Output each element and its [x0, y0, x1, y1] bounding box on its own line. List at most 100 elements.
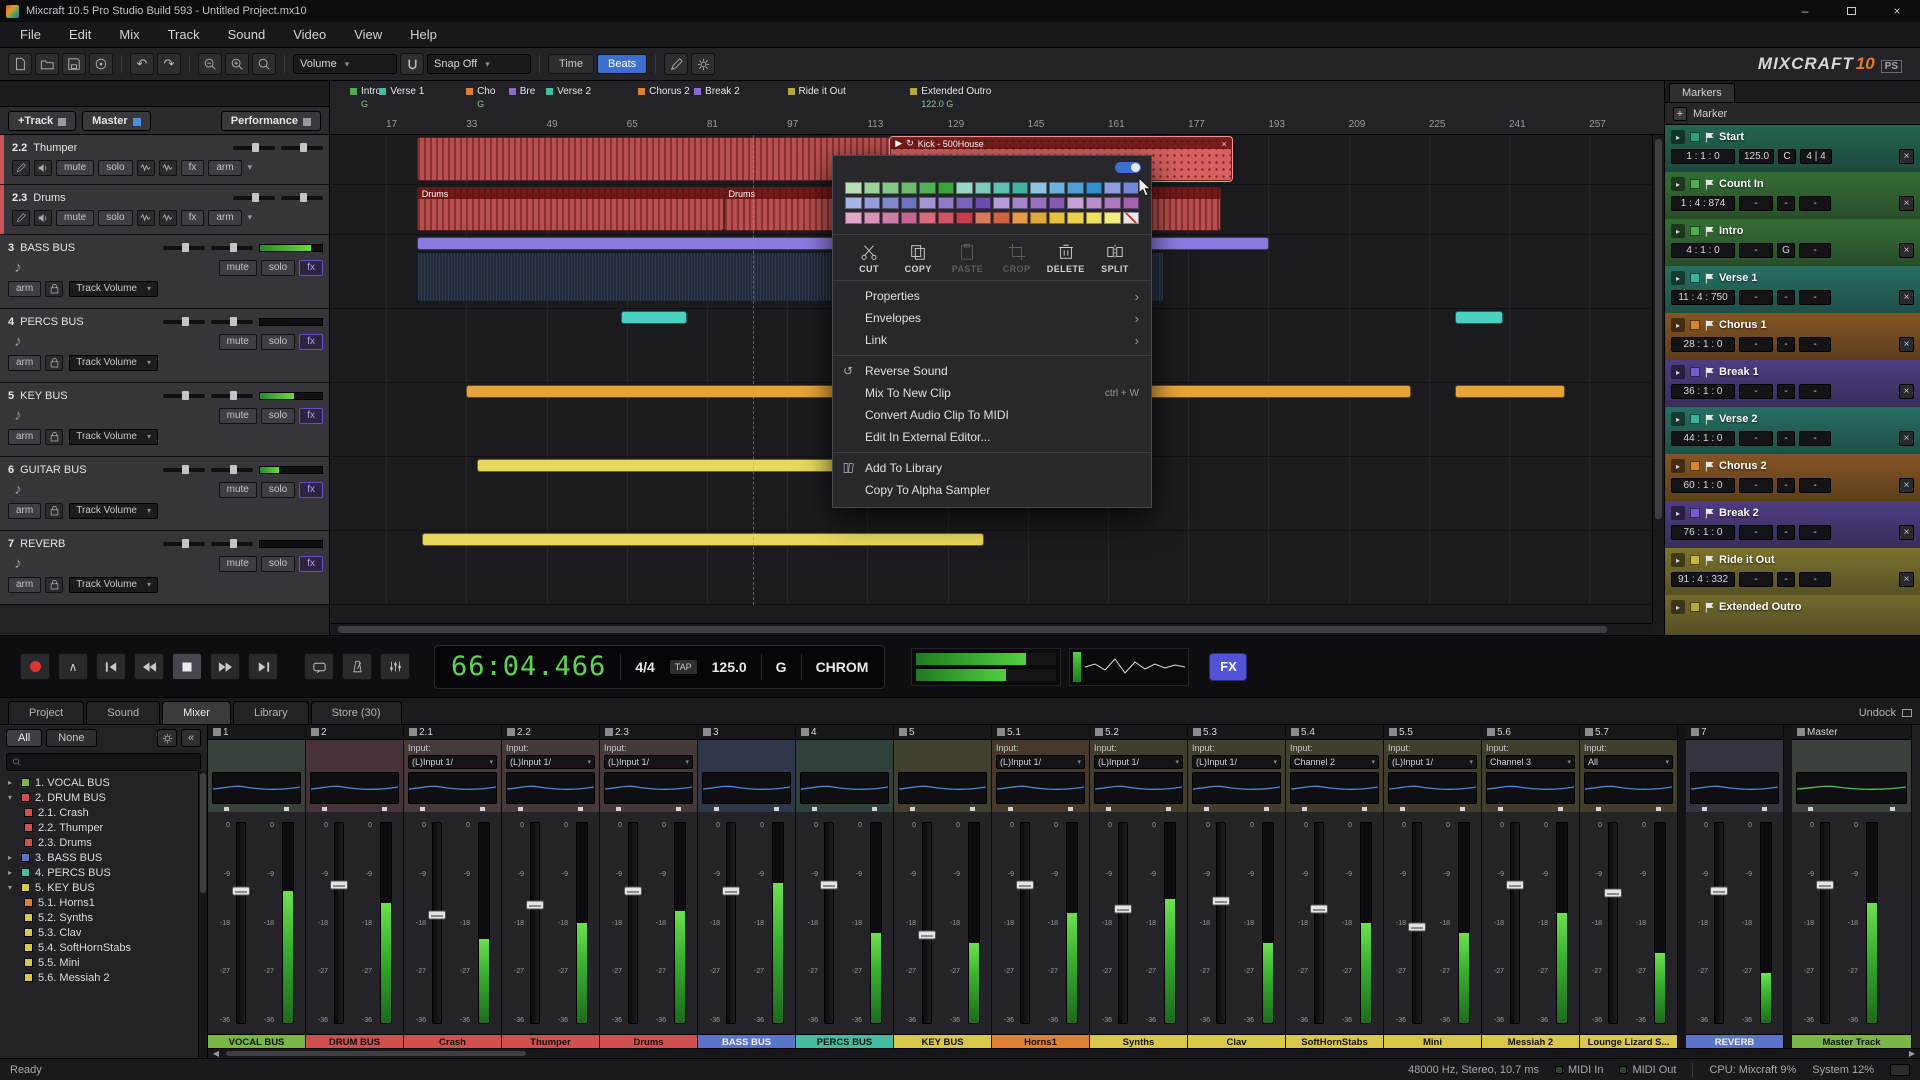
- pan-indicator-row[interactable]: [310, 804, 399, 814]
- track-reverb[interactable]: 7 REVERB ♪ mute solo fx arm: [0, 531, 329, 605]
- marker-expand-button[interactable]: ▸: [1671, 365, 1685, 379]
- volume-fader[interactable]: [1412, 822, 1422, 1024]
- input-select[interactable]: (L)Input 1/▾: [996, 755, 1085, 769]
- volume-fader[interactable]: [922, 822, 932, 1024]
- pan-slider[interactable]: [163, 394, 205, 398]
- volume-fader[interactable]: [1216, 822, 1226, 1024]
- volume-fader[interactable]: [432, 822, 442, 1024]
- eq-display[interactable]: [1796, 772, 1907, 804]
- marker-tempo[interactable]: -: [1739, 572, 1773, 587]
- color-swatch[interactable]: [901, 197, 918, 209]
- fx-button[interactable]: fx: [181, 210, 205, 226]
- rewind-button[interactable]: [134, 653, 164, 680]
- channel-header[interactable]: 5.7: [1580, 725, 1677, 740]
- marker-expand-button[interactable]: ▸: [1671, 600, 1685, 614]
- marker-position[interactable]: 28 : 1 : 0: [1671, 337, 1735, 352]
- marker-delete-button[interactable]: ×: [1899, 572, 1914, 587]
- channel-header[interactable]: 2.3: [600, 725, 697, 740]
- channel-header[interactable]: 5.1: [992, 725, 1089, 740]
- marker-expand-button[interactable]: ▸: [1671, 506, 1685, 520]
- mixer-channel-3[interactable]: 3 0-9-18-27-36 0-9-18-27-36 BASS BUS: [698, 725, 796, 1049]
- sidebar-item-5-1-horns1[interactable]: 5.1. Horns1: [0, 895, 207, 910]
- arrange-vertical-scrollbar[interactable]: [1652, 135, 1664, 623]
- pan-indicator-row[interactable]: [408, 804, 497, 814]
- fader-handle[interactable]: [232, 887, 250, 896]
- volume-fader[interactable]: [726, 822, 736, 1024]
- marker-row-break-1[interactable]: ▸ Break 1 36 : 1 : 0 - - - ×: [1665, 360, 1920, 407]
- timeline-section-chorus-2[interactable]: Chorus 2: [638, 86, 690, 97]
- undock-button[interactable]: Undock: [1859, 707, 1912, 724]
- mixer-channel-5-3[interactable]: 5.3 Input: (L)Input 1/▾ 0-9-18-27-36 0-9…: [1188, 725, 1286, 1049]
- sidebar-item-2-1-crash[interactable]: 2.1. Crash: [0, 805, 207, 820]
- marker-delete-button[interactable]: ×: [1899, 478, 1914, 493]
- marker-delete-button[interactable]: ×: [1899, 290, 1914, 305]
- marker-name[interactable]: Chorus 2: [1719, 460, 1767, 472]
- marker-position[interactable]: 60 : 1 : 0: [1671, 478, 1735, 493]
- color-swatch[interactable]: [1030, 212, 1047, 224]
- marker-row-verse-1[interactable]: ▸ Verse 1 11 : 4 : 750 - - - ×: [1665, 266, 1920, 313]
- sidebar-item-5-4-softhornstabs[interactable]: 5.4. SoftHornStabs: [0, 940, 207, 955]
- resize-grip[interactable]: [1890, 1064, 1910, 1076]
- mixer-channel-5-4[interactable]: 5.4 Input: Channel 2▾ 0-9-18-27-36 0-9-1…: [1286, 725, 1384, 1049]
- pan-slider[interactable]: [233, 196, 275, 200]
- eq-display[interactable]: [310, 772, 399, 804]
- audio-clip[interactable]: [422, 533, 984, 546]
- channel-header[interactable]: 7: [1686, 725, 1783, 740]
- input-select[interactable]: (L)Input 1/▾: [1192, 755, 1281, 769]
- marker-tempo[interactable]: -: [1739, 290, 1773, 305]
- color-swatch[interactable]: [1086, 182, 1103, 194]
- time-display[interactable]: 66:04.466: [451, 651, 606, 682]
- mixer-channel-5-5[interactable]: 5.5 Input: (L)Input 1/▾ 0-9-18-27-36 0-9…: [1384, 725, 1482, 1049]
- channel-header[interactable]: 5.2: [1090, 725, 1187, 740]
- channel-name[interactable]: Messiah 2: [1482, 1034, 1579, 1049]
- ctx-item-properties[interactable]: Properties ›: [833, 285, 1151, 307]
- channel-header[interactable]: 5: [894, 725, 991, 740]
- arm-button[interactable]: arm: [208, 160, 241, 176]
- pan-indicator-row[interactable]: [1290, 804, 1379, 814]
- save-button[interactable]: [62, 53, 86, 75]
- arm-button[interactable]: arm: [8, 503, 41, 519]
- automation-button[interactable]: [380, 653, 410, 680]
- mixer-channel-2-1[interactable]: 2.1 Input: (L)Input 1/▾ 0-9-18-27-36 0-9…: [404, 725, 502, 1049]
- mixer-horizontal-scrollbar[interactable]: ◀ ▶: [208, 1048, 1920, 1058]
- marker-position[interactable]: 1 : 4 : 874: [1671, 196, 1735, 211]
- track-drums[interactable]: 2.3 Drums mute solo fx arm ▾: [0, 185, 329, 235]
- channel-name[interactable]: Clav: [1188, 1034, 1285, 1049]
- volume-fader[interactable]: [334, 822, 344, 1024]
- marker-name[interactable]: Intro: [1719, 225, 1743, 237]
- automation-param-select[interactable]: Track Volume▾: [69, 281, 158, 297]
- tab-library[interactable]: Library: [233, 701, 309, 724]
- menu-mix[interactable]: Mix: [105, 23, 153, 46]
- track-guitar-bus[interactable]: 6 GUITAR BUS ♪ mute solo fx arm: [0, 457, 329, 531]
- fader-handle[interactable]: [1506, 881, 1524, 890]
- undo-button[interactable]: ↶: [130, 53, 154, 75]
- arrange-horizontal-scrollbar[interactable]: [330, 623, 1652, 635]
- marker-color-chip[interactable]: [1690, 414, 1700, 424]
- no-color-swatch[interactable]: [1123, 212, 1140, 224]
- channel-header[interactable]: 2.2: [502, 725, 599, 740]
- mixer-channel-5-1[interactable]: 5.1 Input: (L)Input 1/▾ 0-9-18-27-36 0-9…: [992, 725, 1090, 1049]
- marker-timesig[interactable]: -: [1799, 525, 1831, 540]
- track-key-bus[interactable]: 5 KEY BUS ♪ mute solo fx arm: [0, 383, 329, 457]
- ctx-item-convert-audio-clip-to-midi[interactable]: Convert Audio Clip To MIDI: [833, 404, 1151, 426]
- pan-slider[interactable]: [163, 542, 205, 546]
- solo-button[interactable]: solo: [261, 260, 295, 276]
- fader-handle[interactable]: [1212, 897, 1230, 906]
- color-swatch[interactable]: [1104, 197, 1121, 209]
- color-swatch[interactable]: [993, 197, 1010, 209]
- go-to-start-button[interactable]: [96, 653, 126, 680]
- marker-timesig[interactable]: -: [1799, 337, 1831, 352]
- eq-display[interactable]: [604, 772, 693, 804]
- fader-handle[interactable]: [1310, 905, 1328, 914]
- color-swatch[interactable]: [1012, 212, 1029, 224]
- ctx-item-copy-to-alpha-sampler[interactable]: Copy To Alpha Sampler: [833, 479, 1151, 501]
- marker-row-ride-it-out[interactable]: ▸ Ride it Out 91 : 4 : 332 - - - ×: [1665, 548, 1920, 595]
- sidebar-item-5-3-clav[interactable]: 5.3. Clav: [0, 925, 207, 940]
- input-select[interactable]: Channel 2▾: [1290, 755, 1379, 769]
- mixer-channel-5-6[interactable]: 5.6 Input: Channel 3▾ 0-9-18-27-36 0-9-1…: [1482, 725, 1580, 1049]
- automation-param-select[interactable]: Track Volume▾: [69, 577, 158, 593]
- marker-row-chorus-2[interactable]: ▸ Chorus 2 60 : 1 : 0 - - - ×: [1665, 454, 1920, 501]
- channel-name[interactable]: Horns1: [992, 1034, 1089, 1049]
- marker-tempo[interactable]: -: [1739, 431, 1773, 446]
- automation-param-select[interactable]: Track Volume▾: [69, 503, 158, 519]
